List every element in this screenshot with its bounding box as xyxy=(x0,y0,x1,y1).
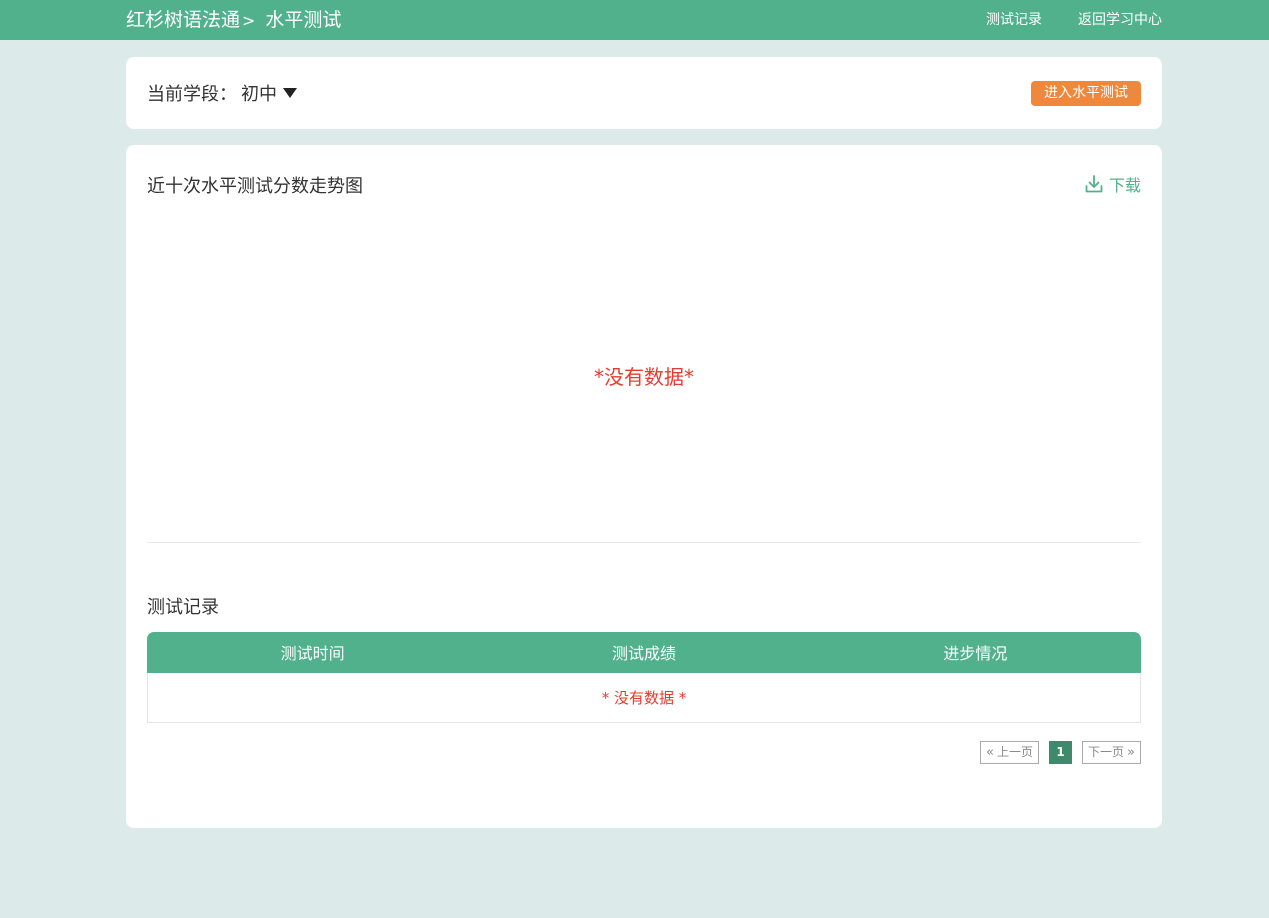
chart-empty-message: *没有数据* xyxy=(594,365,694,389)
prev-page-label: 上一页 xyxy=(997,745,1034,759)
next-page-label: 下一页 xyxy=(1088,745,1125,759)
stage-value: 初中 xyxy=(241,84,277,105)
table-empty-message: * 没有数据 * xyxy=(147,673,1141,723)
stage-selector: 当前学段： 初中 xyxy=(147,80,297,106)
top-nav: 测试记录 返回学习中心 xyxy=(986,0,1162,40)
double-chevron-left-icon: « xyxy=(986,745,994,760)
brand-name[interactable]: 红杉树语法通 xyxy=(126,9,240,31)
main-card: 近十次水平测试分数走势图 下载 *没有数据* 测试记录 测试时间 测试成绩 进步… xyxy=(126,145,1162,828)
records-title: 测试记录 xyxy=(147,597,219,618)
breadcrumb: 红杉树语法通 > 水平测试 xyxy=(126,0,341,40)
records-table: 测试时间 测试成绩 进步情况 * 没有数据 * xyxy=(147,632,1141,723)
column-header-test-time: 测试时间 xyxy=(280,644,345,663)
prev-page-button[interactable]: « 上一页 xyxy=(980,741,1040,764)
stage-label: 当前学段： xyxy=(147,84,237,105)
nav-back-to-learning-center-link[interactable]: 返回学习中心 xyxy=(1078,0,1162,40)
nav-test-records-link[interactable]: 测试记录 xyxy=(986,0,1042,40)
breadcrumb-separator: > xyxy=(242,11,256,30)
section-divider xyxy=(147,542,1141,543)
column-header-test-score: 测试成绩 xyxy=(611,644,676,663)
download-label: 下载 xyxy=(1108,176,1141,195)
stage-card: 当前学段： 初中 进入水平测试 xyxy=(126,57,1162,129)
caret-down-icon xyxy=(283,88,297,98)
column-header-progress: 进步情况 xyxy=(943,644,1008,663)
top-bar: 红杉树语法通 > 水平测试 测试记录 返回学习中心 xyxy=(0,0,1269,40)
page-title: 水平测试 xyxy=(265,9,342,31)
stage-dropdown[interactable]: 初中 xyxy=(241,80,297,106)
table-header: 测试时间 测试成绩 进步情况 xyxy=(147,632,1141,673)
pagination: « 上一页 1 下一页 » xyxy=(980,741,1141,764)
download-button[interactable]: 下载 xyxy=(1084,172,1141,196)
chart-title: 近十次水平测试分数走势图 xyxy=(147,176,363,197)
next-page-button[interactable]: 下一页 » xyxy=(1082,741,1141,764)
enter-level-test-button[interactable]: 进入水平测试 xyxy=(1031,81,1141,106)
double-chevron-right-icon: » xyxy=(1127,745,1135,760)
download-icon xyxy=(1085,175,1103,193)
page-number-current[interactable]: 1 xyxy=(1049,741,1073,764)
score-trend-chart: *没有数据* xyxy=(147,215,1141,541)
